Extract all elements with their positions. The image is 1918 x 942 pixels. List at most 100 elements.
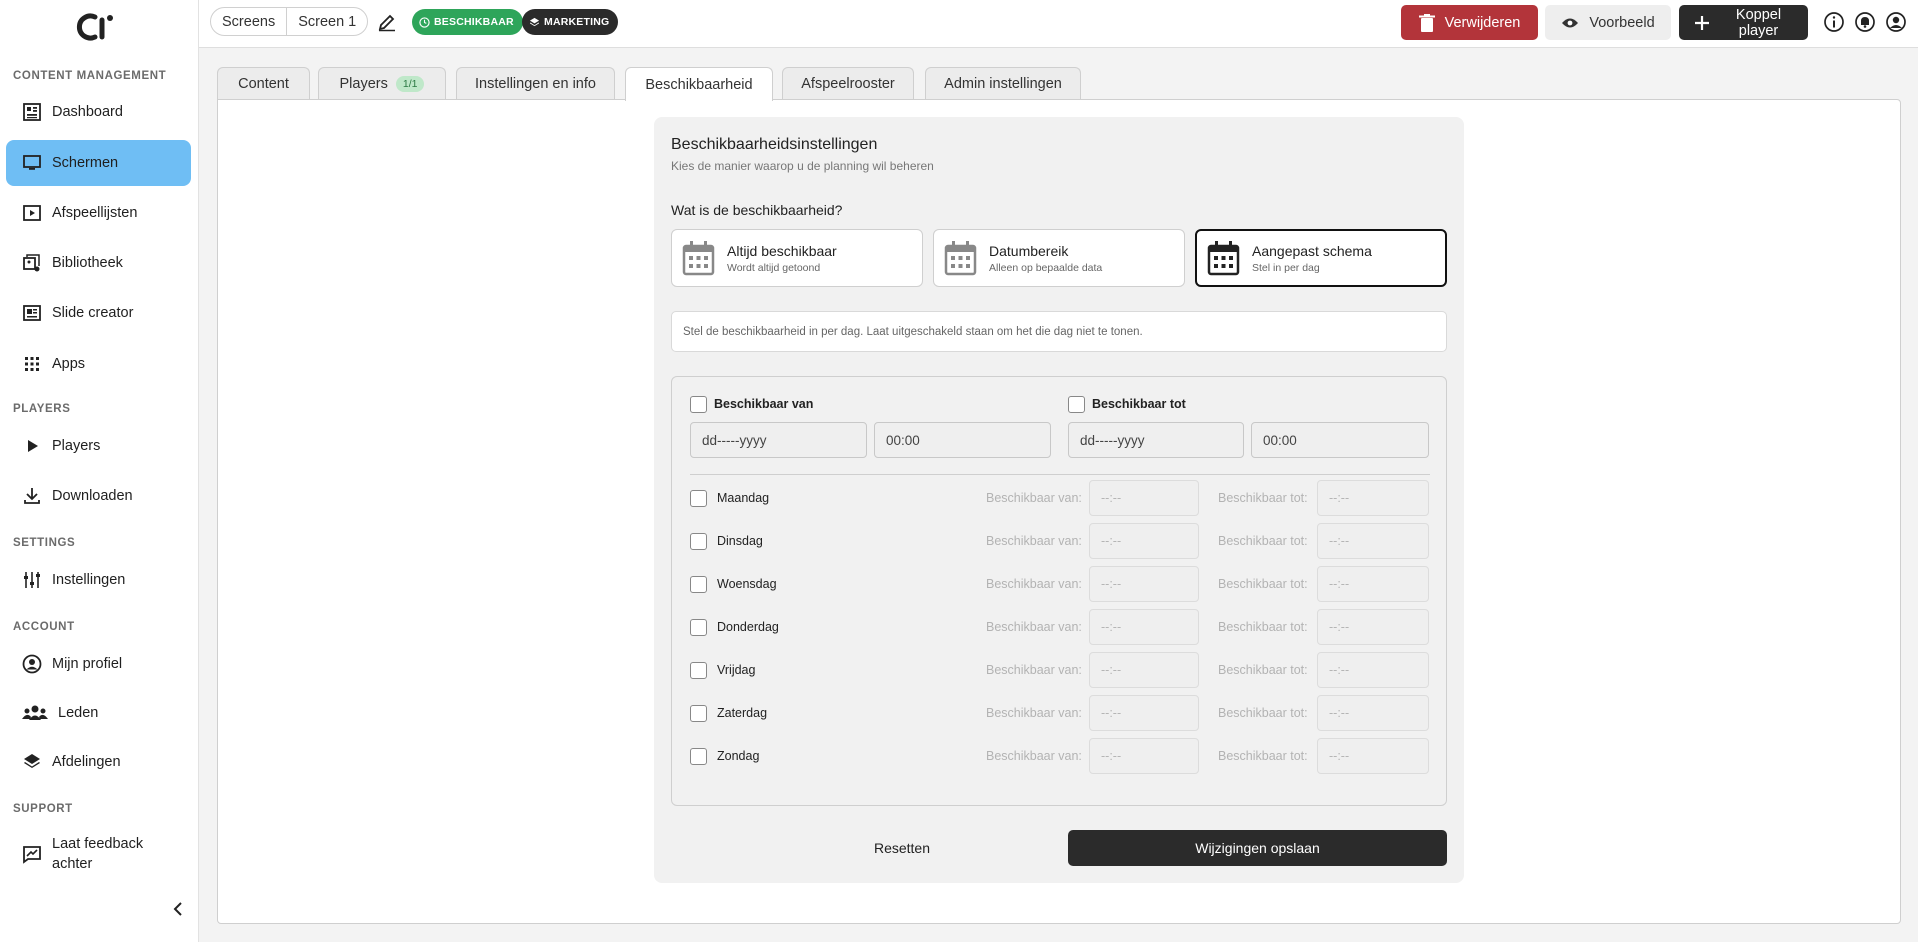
schedule-panel: Beschikbaar van Beschikbaar tot dd-----y… xyxy=(671,376,1447,806)
day-from-time-input[interactable]: --:-- xyxy=(1089,652,1199,688)
to-date-input[interactable]: dd-----yyyy xyxy=(1068,422,1244,458)
day-to-time-input[interactable]: --:-- xyxy=(1317,566,1429,602)
tab-content[interactable]: Content xyxy=(217,67,310,99)
day-checkbox[interactable] xyxy=(690,748,707,765)
day-checkbox[interactable] xyxy=(690,576,707,593)
sidebar-item-feedback[interactable]: Laat feedback achter xyxy=(6,829,191,879)
section-settings: SETTINGS xyxy=(13,537,76,549)
day-from-time-input[interactable]: --:-- xyxy=(1089,695,1199,731)
tab-instellingen-en-info[interactable]: Instellingen en info xyxy=(456,67,615,99)
clock-icon xyxy=(419,16,430,28)
sidebar-item-afspeellijsten[interactable]: Afspeellijsten xyxy=(6,190,191,236)
edit-pencil-icon[interactable] xyxy=(377,12,397,32)
day-to-time-input[interactable]: --:-- xyxy=(1317,738,1429,774)
option-always-available[interactable]: Altijd beschikbaar Wordt altijd getoond xyxy=(671,229,923,287)
reset-button[interactable]: Resetten xyxy=(832,830,972,866)
apps-grid-icon xyxy=(22,354,42,374)
sidebar-item-downloaden[interactable]: Downloaden xyxy=(6,473,191,519)
day-from-time-input[interactable]: --:-- xyxy=(1089,566,1199,602)
day-checkbox[interactable] xyxy=(690,705,707,722)
save-changes-button[interactable]: Wijzigingen opslaan xyxy=(1068,830,1447,866)
sidebar-item-label: Leden xyxy=(58,705,99,721)
sidebar-item-mijn-profiel[interactable]: Mijn profiel xyxy=(6,641,191,687)
from-time-input[interactable]: 00:00 xyxy=(874,422,1051,458)
option-custom-schedule[interactable]: Aangepast schema Stel in per dag xyxy=(1195,229,1447,287)
day-to-time-input[interactable]: --:-- xyxy=(1317,480,1429,516)
logo-icon[interactable] xyxy=(75,12,125,42)
to-time-input[interactable]: 00:00 xyxy=(1251,422,1429,458)
sidebar-item-slide-creator[interactable]: Slide creator xyxy=(6,290,191,336)
day-to-label: Beschikbaar tot: xyxy=(1218,706,1308,720)
day-checkbox[interactable] xyxy=(690,533,707,550)
collapse-sidebar-icon[interactable] xyxy=(170,898,186,920)
preview-button[interactable]: Voorbeeld xyxy=(1545,5,1671,40)
from-date-input[interactable]: dd-----yyyy xyxy=(690,422,867,458)
breadcrumb-screen-1[interactable]: Screen 1 xyxy=(286,8,367,35)
slide-creator-icon xyxy=(22,303,42,323)
day-label: Donderdag xyxy=(717,620,779,634)
day-from-label: Beschikbaar van: xyxy=(986,577,1082,591)
top-bar: Screens Screen 1 BESCHIKBAAR MARKETING V… xyxy=(199,0,1918,48)
sidebar-item-schermen[interactable]: Schermen xyxy=(6,140,191,186)
account-avatar-icon[interactable] xyxy=(1885,11,1907,33)
link-player-button[interactable]: Koppel player xyxy=(1679,5,1808,40)
day-from-label: Beschikbaar van: xyxy=(986,620,1082,634)
tab-beschikbaarheid[interactable]: Beschikbaarheid xyxy=(625,67,773,101)
monitor-icon xyxy=(22,153,42,173)
section-account: ACCOUNT xyxy=(13,621,75,633)
breadcrumb: Screens Screen 1 xyxy=(210,7,369,36)
plus-icon xyxy=(1694,15,1709,30)
available-to-checkbox[interactable] xyxy=(1068,396,1085,413)
calendar-icon xyxy=(944,241,977,276)
option-date-range[interactable]: Datumbereik Alleen op bepaalde data xyxy=(933,229,1185,287)
feedback-icon xyxy=(22,844,42,864)
sidebar-item-apps[interactable]: Apps xyxy=(6,341,191,387)
sidebar-item-afdelingen[interactable]: Afdelingen xyxy=(6,739,191,785)
notification-bell-icon[interactable] xyxy=(1854,11,1876,33)
sidebar-item-label: Downloaden xyxy=(52,488,133,504)
players-count-badge: 1/1 xyxy=(395,75,425,92)
tab-admin-instellingen[interactable]: Admin instellingen xyxy=(925,67,1081,99)
day-to-label: Beschikbaar tot: xyxy=(1218,577,1308,591)
tab-players[interactable]: Players 1/1 xyxy=(318,67,446,99)
layers-icon xyxy=(529,17,540,26)
day-label: Woensdag xyxy=(717,577,777,591)
day-label: Zondag xyxy=(717,749,760,763)
tab-afspeelrooster[interactable]: Afspeelrooster xyxy=(782,67,914,99)
delete-button[interactable]: Verwijderen xyxy=(1401,5,1538,40)
card-subtitle: Kies de manier waarop u de planning wil … xyxy=(671,159,934,173)
day-checkbox[interactable] xyxy=(690,490,707,507)
availability-question: Wat is de beschikbaarheid? xyxy=(671,202,843,218)
sidebar-item-instellingen[interactable]: Instellingen xyxy=(6,557,191,603)
day-to-time-input[interactable]: --:-- xyxy=(1317,652,1429,688)
available-from-checkbox[interactable] xyxy=(690,396,707,413)
sidebar-item-label: Schermen xyxy=(52,155,119,171)
dashboard-icon xyxy=(22,102,42,122)
sidebar-item-label: Apps xyxy=(52,356,86,372)
sidebar-item-dashboard[interactable]: Dashboard xyxy=(6,89,191,135)
sidebar-item-players[interactable]: Players xyxy=(6,423,191,469)
info-box: Stel de beschikbaarheid in per dag. Laat… xyxy=(671,311,1447,352)
day-from-time-input[interactable]: --:-- xyxy=(1089,523,1199,559)
day-from-time-input[interactable]: --:-- xyxy=(1089,609,1199,645)
sidebar-item-leden[interactable]: Leden xyxy=(6,690,191,736)
day-label: Vrijdag xyxy=(717,663,756,677)
breadcrumb-screens[interactable]: Screens xyxy=(211,8,286,35)
day-from-time-input[interactable]: --:-- xyxy=(1089,480,1199,516)
sidebar-item-label: Laat feedback achter xyxy=(52,836,144,872)
day-checkbox[interactable] xyxy=(690,619,707,636)
day-label: Zaterdag xyxy=(717,706,768,720)
day-to-time-input[interactable]: --:-- xyxy=(1317,695,1429,731)
info-icon[interactable] xyxy=(1823,11,1845,33)
day-from-label: Beschikbaar van: xyxy=(986,491,1082,505)
sidebar-item-bibliotheek[interactable]: Bibliotheek xyxy=(6,240,191,286)
download-icon xyxy=(22,486,42,506)
day-to-time-input[interactable]: --:-- xyxy=(1317,523,1429,559)
day-from-time-input[interactable]: --:-- xyxy=(1089,738,1199,774)
day-checkbox[interactable] xyxy=(690,662,707,679)
card-title: Beschikbaarheidsinstellingen xyxy=(671,136,878,153)
day-to-time-input[interactable]: --:-- xyxy=(1317,609,1429,645)
day-to-label: Beschikbaar tot: xyxy=(1218,620,1308,634)
sidebar-item-label: Players xyxy=(52,438,101,454)
calendar-icon xyxy=(1207,241,1240,276)
